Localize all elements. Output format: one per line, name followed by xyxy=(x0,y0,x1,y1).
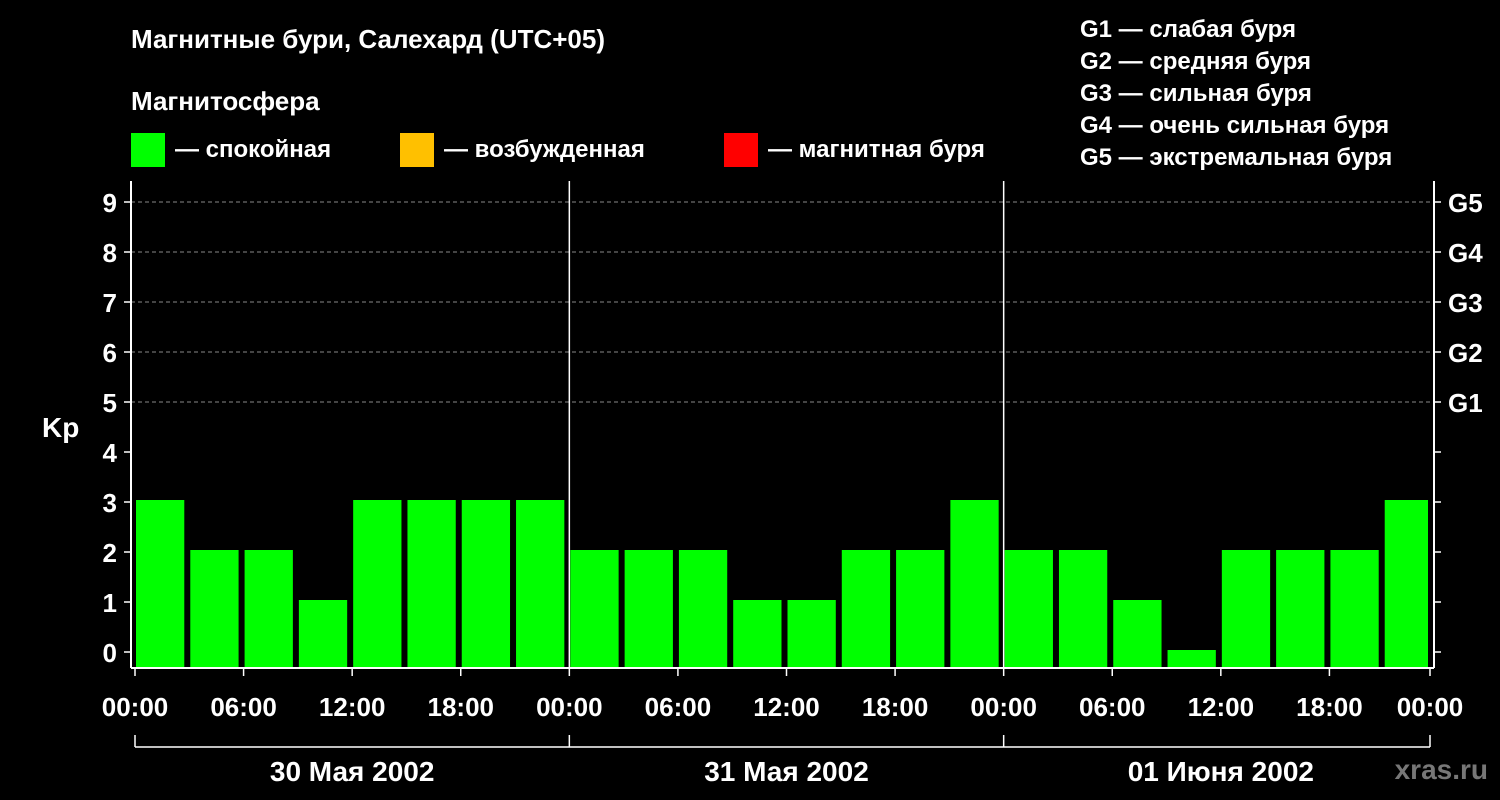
kp-bar xyxy=(950,500,999,668)
x-tick-label: 06:00 xyxy=(1079,692,1146,722)
day-label: 31 Мая 2002 xyxy=(704,756,869,787)
x-tick-label: 06:00 xyxy=(645,692,712,722)
kp-bar xyxy=(1221,550,1271,668)
x-tick-label: 18:00 xyxy=(1296,692,1363,722)
x-tick-label: 18:00 xyxy=(862,692,929,722)
x-tick-label: 00:00 xyxy=(536,692,603,722)
kp-bar xyxy=(678,550,728,668)
y-tick-label: 7 xyxy=(103,288,117,318)
kp-bar xyxy=(1058,550,1108,668)
y-tick-label: 8 xyxy=(103,238,117,268)
kp-bar xyxy=(1113,600,1162,668)
kp-bar xyxy=(136,500,185,668)
kp-bar xyxy=(1167,650,1216,668)
kp-bar xyxy=(733,600,782,668)
x-tick-label: 00:00 xyxy=(970,692,1037,722)
day-label: 30 Мая 2002 xyxy=(270,756,435,787)
y-tick-label: 4 xyxy=(103,438,118,468)
day-label: 01 Июня 2002 xyxy=(1128,756,1314,787)
kp-bar xyxy=(1276,550,1325,668)
kp-bar xyxy=(516,500,565,668)
x-tick-label: 12:00 xyxy=(319,692,386,722)
x-tick-label: 12:00 xyxy=(753,692,820,722)
kp-bar xyxy=(896,550,945,668)
kp-bar xyxy=(787,600,836,668)
kp-bar xyxy=(841,550,891,668)
x-tick-label: 00:00 xyxy=(1397,692,1464,722)
y-tick-label: 3 xyxy=(103,488,117,518)
kp-bar xyxy=(1004,550,1053,668)
g-tick-label: G1 xyxy=(1448,388,1483,418)
kp-bar xyxy=(298,600,348,668)
kp-bar xyxy=(461,500,511,668)
y-tick-label: 2 xyxy=(103,538,117,568)
g-tick-label: G4 xyxy=(1448,238,1483,268)
x-tick-label: 12:00 xyxy=(1188,692,1255,722)
kp-bar xyxy=(353,500,402,668)
y-tick-label: 5 xyxy=(103,388,117,418)
kp-bar xyxy=(624,550,673,668)
x-tick-label: 18:00 xyxy=(428,692,495,722)
y-tick-label: 9 xyxy=(103,188,117,218)
x-tick-label: 06:00 xyxy=(210,692,277,722)
y-tick-label: 6 xyxy=(103,338,117,368)
kp-bar xyxy=(1330,550,1379,668)
kp-chart: 0 1 2 3 4 5 6 7 8 9 G1 G2 G3 G4 G5 00:00 06:00 12:00 18:00… xyxy=(102,181,1483,787)
kp-bar xyxy=(407,500,456,668)
y-tick-label: 1 xyxy=(103,588,117,618)
y-tick-label: 0 xyxy=(103,638,117,668)
kp-bar xyxy=(570,550,619,668)
kp-bar xyxy=(190,550,239,668)
kp-bar xyxy=(244,550,293,668)
g-tick-label: G2 xyxy=(1448,338,1483,368)
kp-bar xyxy=(1384,500,1428,668)
g-tick-label: G5 xyxy=(1448,188,1483,218)
x-tick-label: 00:00 xyxy=(102,692,169,722)
g-tick-label: G3 xyxy=(1448,288,1483,318)
